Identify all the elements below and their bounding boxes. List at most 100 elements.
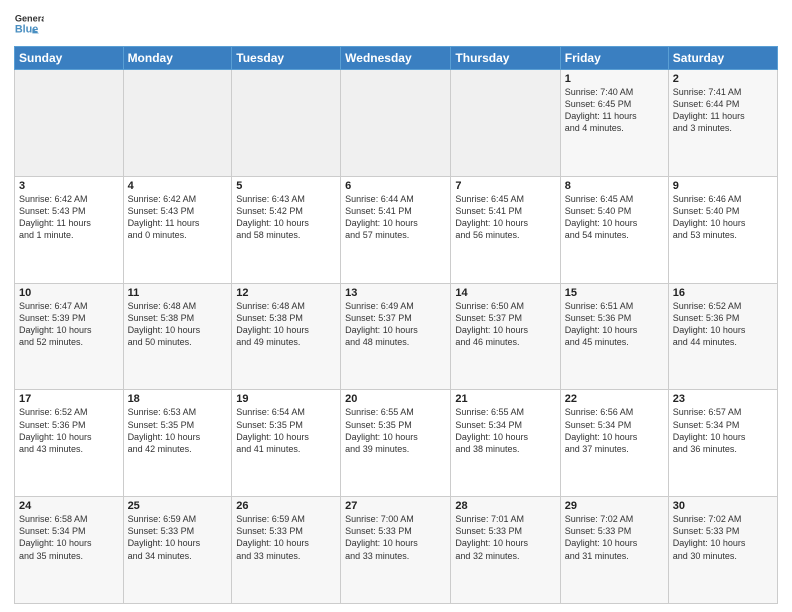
day-number: 4: [128, 180, 228, 192]
calendar-table: SundayMondayTuesdayWednesdayThursdayFrid…: [14, 46, 778, 604]
day-info: Sunrise: 6:58 AM Sunset: 5:34 PM Dayligh…: [19, 513, 119, 562]
day-number: 6: [345, 180, 446, 192]
calendar-cell: 24Sunrise: 6:58 AM Sunset: 5:34 PM Dayli…: [15, 497, 124, 604]
day-info: Sunrise: 6:50 AM Sunset: 5:37 PM Dayligh…: [455, 300, 555, 349]
day-number: 29: [565, 500, 664, 512]
calendar-cell: 26Sunrise: 6:59 AM Sunset: 5:33 PM Dayli…: [232, 497, 341, 604]
calendar-cell: 28Sunrise: 7:01 AM Sunset: 5:33 PM Dayli…: [451, 497, 560, 604]
day-number: 5: [236, 180, 336, 192]
day-info: Sunrise: 6:48 AM Sunset: 5:38 PM Dayligh…: [236, 300, 336, 349]
calendar-cell: 19Sunrise: 6:54 AM Sunset: 5:35 PM Dayli…: [232, 390, 341, 497]
day-number: 12: [236, 287, 336, 299]
calendar-cell: 27Sunrise: 7:00 AM Sunset: 5:33 PM Dayli…: [341, 497, 451, 604]
calendar-cell: 30Sunrise: 7:02 AM Sunset: 5:33 PM Dayli…: [668, 497, 777, 604]
calendar-week-row: 10Sunrise: 6:47 AM Sunset: 5:39 PM Dayli…: [15, 283, 778, 390]
day-number: 11: [128, 287, 228, 299]
day-number: 26: [236, 500, 336, 512]
day-number: 8: [565, 180, 664, 192]
calendar-cell: 13Sunrise: 6:49 AM Sunset: 5:37 PM Dayli…: [341, 283, 451, 390]
calendar-cell: 25Sunrise: 6:59 AM Sunset: 5:33 PM Dayli…: [123, 497, 232, 604]
calendar-cell: [123, 70, 232, 177]
day-info: Sunrise: 6:53 AM Sunset: 5:35 PM Dayligh…: [128, 406, 228, 455]
calendar-cell: 6Sunrise: 6:44 AM Sunset: 5:41 PM Daylig…: [341, 176, 451, 283]
day-info: Sunrise: 6:49 AM Sunset: 5:37 PM Dayligh…: [345, 300, 446, 349]
day-info: Sunrise: 6:52 AM Sunset: 5:36 PM Dayligh…: [673, 300, 773, 349]
calendar-cell: 8Sunrise: 6:45 AM Sunset: 5:40 PM Daylig…: [560, 176, 668, 283]
calendar-cell: 17Sunrise: 6:52 AM Sunset: 5:36 PM Dayli…: [15, 390, 124, 497]
day-info: Sunrise: 6:44 AM Sunset: 5:41 PM Dayligh…: [345, 193, 446, 242]
calendar-week-row: 24Sunrise: 6:58 AM Sunset: 5:34 PM Dayli…: [15, 497, 778, 604]
svg-text:Blue: Blue: [15, 24, 38, 36]
day-info: Sunrise: 6:46 AM Sunset: 5:40 PM Dayligh…: [673, 193, 773, 242]
calendar-week-row: 3Sunrise: 6:42 AM Sunset: 5:43 PM Daylig…: [15, 176, 778, 283]
calendar-cell: 3Sunrise: 6:42 AM Sunset: 5:43 PM Daylig…: [15, 176, 124, 283]
calendar-cell: 5Sunrise: 6:43 AM Sunset: 5:42 PM Daylig…: [232, 176, 341, 283]
calendar-cell: 2Sunrise: 7:41 AM Sunset: 6:44 PM Daylig…: [668, 70, 777, 177]
day-info: Sunrise: 6:42 AM Sunset: 5:43 PM Dayligh…: [19, 193, 119, 242]
day-info: Sunrise: 7:02 AM Sunset: 5:33 PM Dayligh…: [673, 513, 773, 562]
day-info: Sunrise: 6:59 AM Sunset: 5:33 PM Dayligh…: [128, 513, 228, 562]
day-number: 7: [455, 180, 555, 192]
calendar-cell: 18Sunrise: 6:53 AM Sunset: 5:35 PM Dayli…: [123, 390, 232, 497]
logo-icon: GeneralBlue: [14, 10, 44, 40]
day-info: Sunrise: 6:52 AM Sunset: 5:36 PM Dayligh…: [19, 406, 119, 455]
calendar-cell: 12Sunrise: 6:48 AM Sunset: 5:38 PM Dayli…: [232, 283, 341, 390]
day-info: Sunrise: 6:55 AM Sunset: 5:34 PM Dayligh…: [455, 406, 555, 455]
calendar-header-row: SundayMondayTuesdayWednesdayThursdayFrid…: [15, 47, 778, 70]
calendar-cell: 23Sunrise: 6:57 AM Sunset: 5:34 PM Dayli…: [668, 390, 777, 497]
calendar-cell: [341, 70, 451, 177]
day-number: 20: [345, 393, 446, 405]
day-info: Sunrise: 6:54 AM Sunset: 5:35 PM Dayligh…: [236, 406, 336, 455]
day-info: Sunrise: 6:47 AM Sunset: 5:39 PM Dayligh…: [19, 300, 119, 349]
day-number: 3: [19, 180, 119, 192]
calendar-cell: [232, 70, 341, 177]
calendar-cell: 20Sunrise: 6:55 AM Sunset: 5:35 PM Dayli…: [341, 390, 451, 497]
day-number: 13: [345, 287, 446, 299]
calendar-cell: 15Sunrise: 6:51 AM Sunset: 5:36 PM Dayli…: [560, 283, 668, 390]
day-info: Sunrise: 6:45 AM Sunset: 5:41 PM Dayligh…: [455, 193, 555, 242]
calendar-cell: 21Sunrise: 6:55 AM Sunset: 5:34 PM Dayli…: [451, 390, 560, 497]
day-info: Sunrise: 6:59 AM Sunset: 5:33 PM Dayligh…: [236, 513, 336, 562]
day-number: 10: [19, 287, 119, 299]
day-number: 9: [673, 180, 773, 192]
calendar-cell: 1Sunrise: 7:40 AM Sunset: 6:45 PM Daylig…: [560, 70, 668, 177]
logo: GeneralBlue: [14, 10, 44, 40]
calendar-day-header: Friday: [560, 47, 668, 70]
day-number: 28: [455, 500, 555, 512]
calendar-week-row: 1Sunrise: 7:40 AM Sunset: 6:45 PM Daylig…: [15, 70, 778, 177]
day-number: 14: [455, 287, 555, 299]
day-info: Sunrise: 6:48 AM Sunset: 5:38 PM Dayligh…: [128, 300, 228, 349]
day-info: Sunrise: 6:57 AM Sunset: 5:34 PM Dayligh…: [673, 406, 773, 455]
day-number: 16: [673, 287, 773, 299]
header: GeneralBlue: [14, 10, 778, 40]
day-info: Sunrise: 7:01 AM Sunset: 5:33 PM Dayligh…: [455, 513, 555, 562]
day-number: 1: [565, 73, 664, 85]
calendar-cell: [451, 70, 560, 177]
calendar-week-row: 17Sunrise: 6:52 AM Sunset: 5:36 PM Dayli…: [15, 390, 778, 497]
calendar-cell: 16Sunrise: 6:52 AM Sunset: 5:36 PM Dayli…: [668, 283, 777, 390]
day-number: 30: [673, 500, 773, 512]
page: GeneralBlue SundayMondayTuesdayWednesday…: [0, 0, 792, 612]
day-number: 18: [128, 393, 228, 405]
svg-text:General: General: [15, 14, 44, 24]
day-number: 23: [673, 393, 773, 405]
calendar-cell: 10Sunrise: 6:47 AM Sunset: 5:39 PM Dayli…: [15, 283, 124, 390]
day-number: 27: [345, 500, 446, 512]
day-number: 2: [673, 73, 773, 85]
day-info: Sunrise: 6:51 AM Sunset: 5:36 PM Dayligh…: [565, 300, 664, 349]
day-number: 17: [19, 393, 119, 405]
calendar-cell: 4Sunrise: 6:42 AM Sunset: 5:43 PM Daylig…: [123, 176, 232, 283]
calendar-day-header: Tuesday: [232, 47, 341, 70]
calendar-cell: 9Sunrise: 6:46 AM Sunset: 5:40 PM Daylig…: [668, 176, 777, 283]
calendar-day-header: Wednesday: [341, 47, 451, 70]
day-info: Sunrise: 6:45 AM Sunset: 5:40 PM Dayligh…: [565, 193, 664, 242]
calendar-day-header: Saturday: [668, 47, 777, 70]
calendar-cell: 11Sunrise: 6:48 AM Sunset: 5:38 PM Dayli…: [123, 283, 232, 390]
day-info: Sunrise: 6:42 AM Sunset: 5:43 PM Dayligh…: [128, 193, 228, 242]
day-info: Sunrise: 7:41 AM Sunset: 6:44 PM Dayligh…: [673, 86, 773, 135]
day-info: Sunrise: 6:56 AM Sunset: 5:34 PM Dayligh…: [565, 406, 664, 455]
day-number: 22: [565, 393, 664, 405]
calendar-day-header: Thursday: [451, 47, 560, 70]
day-number: 19: [236, 393, 336, 405]
day-info: Sunrise: 7:00 AM Sunset: 5:33 PM Dayligh…: [345, 513, 446, 562]
